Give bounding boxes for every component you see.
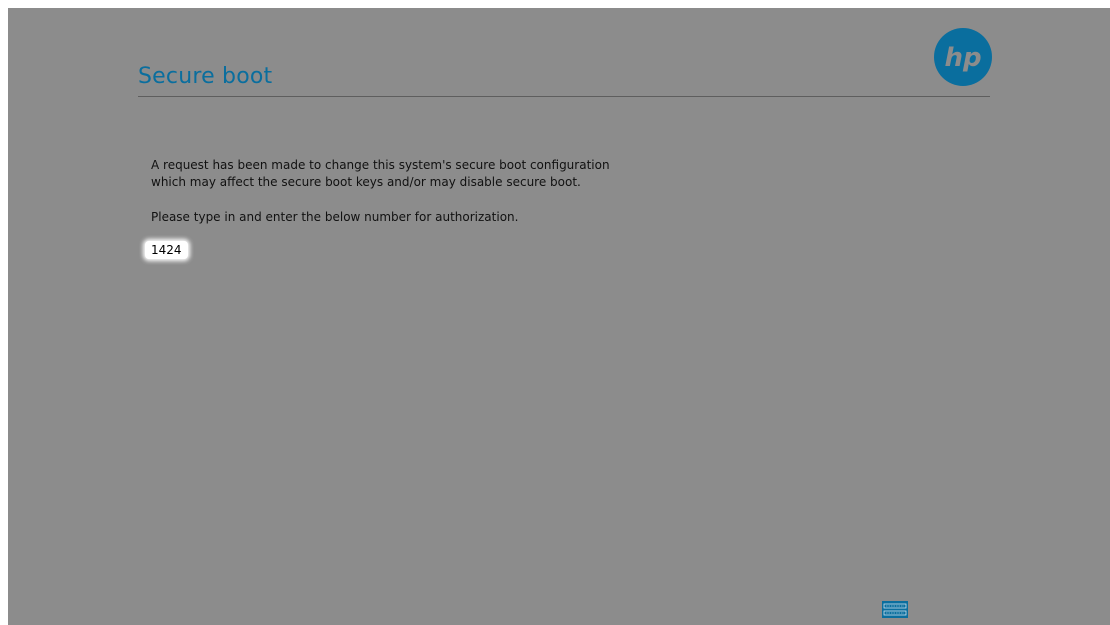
title-divider (138, 96, 990, 97)
hp-logo-text: hp (944, 43, 981, 73)
request-message: A request has been made to change this s… (151, 157, 791, 191)
authorization-prompt: Please type in and enter the below numbe… (151, 210, 519, 224)
page-title: Secure boot (138, 64, 273, 89)
authorization-code: 1424 (145, 241, 188, 259)
hp-logo-icon: hp (934, 28, 992, 86)
secure-boot-screen: Secure boot hp A request has been made t… (8, 8, 1110, 625)
keyboard-icon[interactable] (882, 601, 908, 618)
message-line-1: A request has been made to change this s… (151, 158, 610, 172)
message-line-2: which may affect the secure boot keys an… (151, 175, 581, 189)
